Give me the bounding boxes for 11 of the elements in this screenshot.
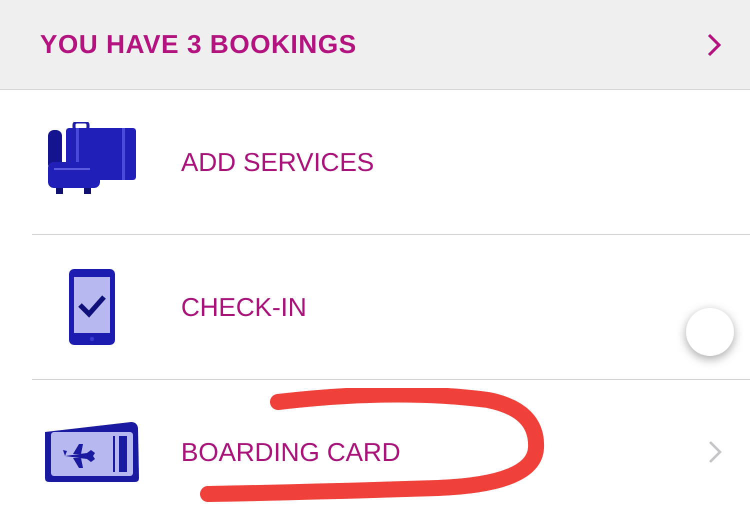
phone-checkmark-icon <box>67 267 117 347</box>
menu-item[interactable]: ADD SERVICES <box>32 90 750 235</box>
header-bar[interactable]: YOU HAVE 3 BOOKINGS <box>0 0 750 90</box>
menu-item[interactable]: BOARDING CARD <box>32 380 750 516</box>
menu-item-label: CHECK-IN <box>181 290 308 324</box>
boarding-pass-icon <box>43 420 141 484</box>
bookings-title: YOU HAVE 3 BOOKINGS <box>40 28 357 61</box>
menu-item-label: ADD SERVICES <box>181 146 376 178</box>
floating-touch-button[interactable] <box>686 308 734 356</box>
menu-item-label: BOARDING CARD <box>181 436 402 468</box>
chevron-icon <box>706 32 722 58</box>
